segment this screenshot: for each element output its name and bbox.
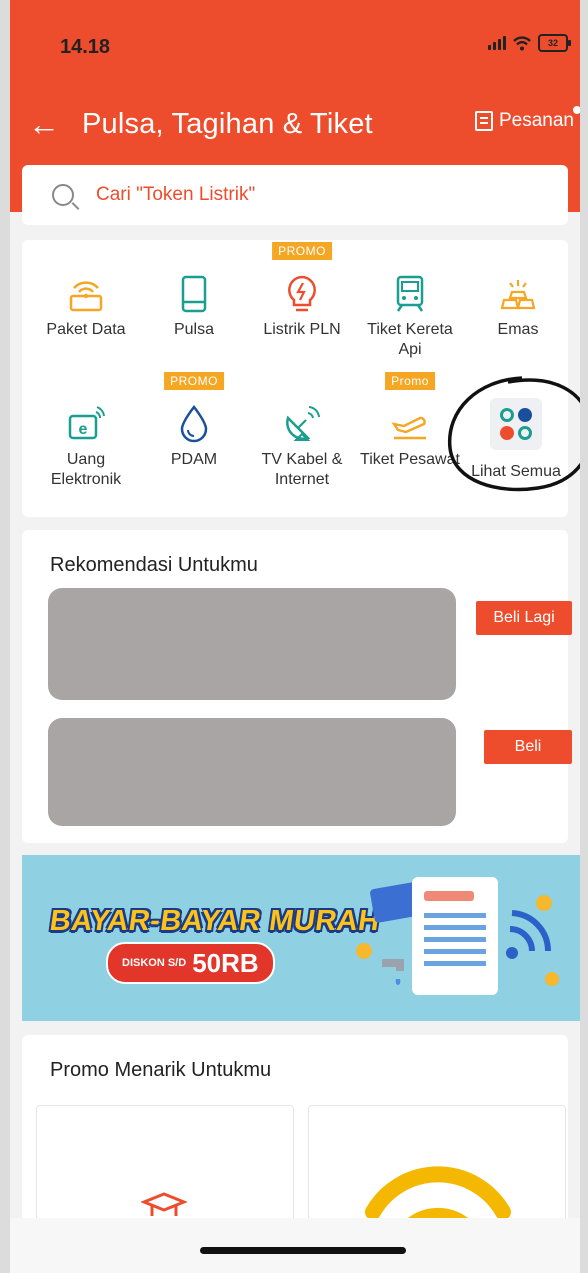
promo-badge: PROMO [272, 242, 332, 260]
home-indicator[interactable] [200, 1247, 406, 1254]
discount-value: 50RB [192, 947, 259, 978]
signal-icon [488, 36, 506, 50]
lightbulb-icon [282, 274, 322, 314]
service-label: Emas [497, 321, 539, 338]
wifi-icon [66, 274, 106, 314]
buy-again-button[interactable]: Beli Lagi [476, 601, 572, 635]
discount-pill: DISKON S/D 50RB [106, 942, 275, 984]
service-label: PDAM [170, 451, 218, 468]
promo-section: Promo Menarik Untukmu [22, 1035, 568, 1247]
water-drop-icon [174, 404, 214, 444]
service-lihat-semua[interactable]: Lihat Semua [462, 398, 570, 482]
buy-button[interactable]: Beli [484, 730, 572, 764]
battery-icon: 32 [538, 34, 571, 52]
discount-prefix: DISKON S/D [122, 957, 187, 969]
page-title: Pulsa, Tagihan & Tiket [82, 108, 373, 140]
service-tv-kabel-internet[interactable]: TV Kabel & Internet [248, 404, 356, 490]
search-placeholder: Cari "Token Listrik" [96, 184, 256, 205]
status-time: 14.18 [60, 36, 111, 58]
orders-list-icon [474, 111, 493, 131]
service-pulsa[interactable]: Pulsa [140, 274, 248, 340]
back-arrow-icon[interactable]: ← [28, 108, 60, 140]
status-icons: 32 [488, 34, 571, 52]
promo-badge: PROMO [164, 372, 224, 390]
gold-bars-icon [498, 274, 538, 314]
service-emas[interactable]: Emas [464, 274, 572, 340]
orders-button[interactable]: Pesanan [474, 106, 580, 132]
promo-badge: Promo [385, 372, 435, 390]
bottom-safe-area [10, 1218, 580, 1273]
train-icon [390, 274, 430, 314]
service-label: Tiket Kereta Api [367, 321, 453, 358]
service-label: Listrik PLN [263, 321, 341, 338]
services-grid: Paket Data Pulsa PROMO Listrik PLN Tiket… [22, 240, 568, 517]
orders-label: Pesanan [498, 110, 574, 131]
service-label: TV Kabel & Internet [261, 451, 343, 488]
svg-text:e: e [79, 421, 88, 438]
service-listrik-pln[interactable]: PROMO Listrik PLN [248, 242, 356, 340]
app-screen: 14.18 32 ← Pulsa, Tagihan & Tiket Pesana… [10, 0, 580, 1273]
banner-title: BAYAR-BAYAR MURAH [47, 905, 383, 937]
section-title: Promo Menarik Untukmu [50, 1059, 272, 1081]
recommendations-section: Rekomendasi Untukmu Beli Lagi Beli [22, 530, 572, 843]
service-label: Paket Data [46, 321, 126, 338]
phone-icon [174, 274, 214, 314]
recommendation-item[interactable] [48, 588, 456, 700]
search-icon [52, 184, 74, 206]
airplane-icon [390, 404, 430, 444]
service-paket-data[interactable]: Paket Data [32, 274, 140, 340]
service-pdam[interactable]: PROMO PDAM [140, 372, 248, 470]
search-input[interactable]: Cari "Token Listrik" [22, 165, 568, 225]
section-title: Rekomendasi Untukmu [50, 554, 258, 576]
recommendation-item[interactable] [48, 718, 456, 826]
promo-banner[interactable]: BAYAR-BAYAR MURAH [22, 855, 580, 1021]
e-money-icon: e [66, 404, 106, 444]
satellite-dish-icon [282, 404, 322, 444]
service-label: Lihat Semua [471, 463, 561, 480]
grid-apps-icon [490, 398, 542, 450]
bill-illustration-icon [356, 877, 559, 995]
service-label: Uang Elektronik [50, 451, 122, 488]
service-label: Pulsa [173, 321, 215, 338]
service-tiket-kereta[interactable]: Tiket Kereta Api [356, 274, 464, 360]
notification-dot [573, 106, 580, 114]
service-tiket-pesawat[interactable]: Promo Tiket Pesawat [356, 372, 464, 470]
header: ← Pulsa, Tagihan & Tiket Pesanan [10, 100, 580, 150]
service-label: Tiket Pesawat [360, 451, 460, 468]
service-uang-elektronik[interactable]: e Uang Elektronik [32, 404, 140, 490]
wifi-status-icon [513, 36, 531, 51]
